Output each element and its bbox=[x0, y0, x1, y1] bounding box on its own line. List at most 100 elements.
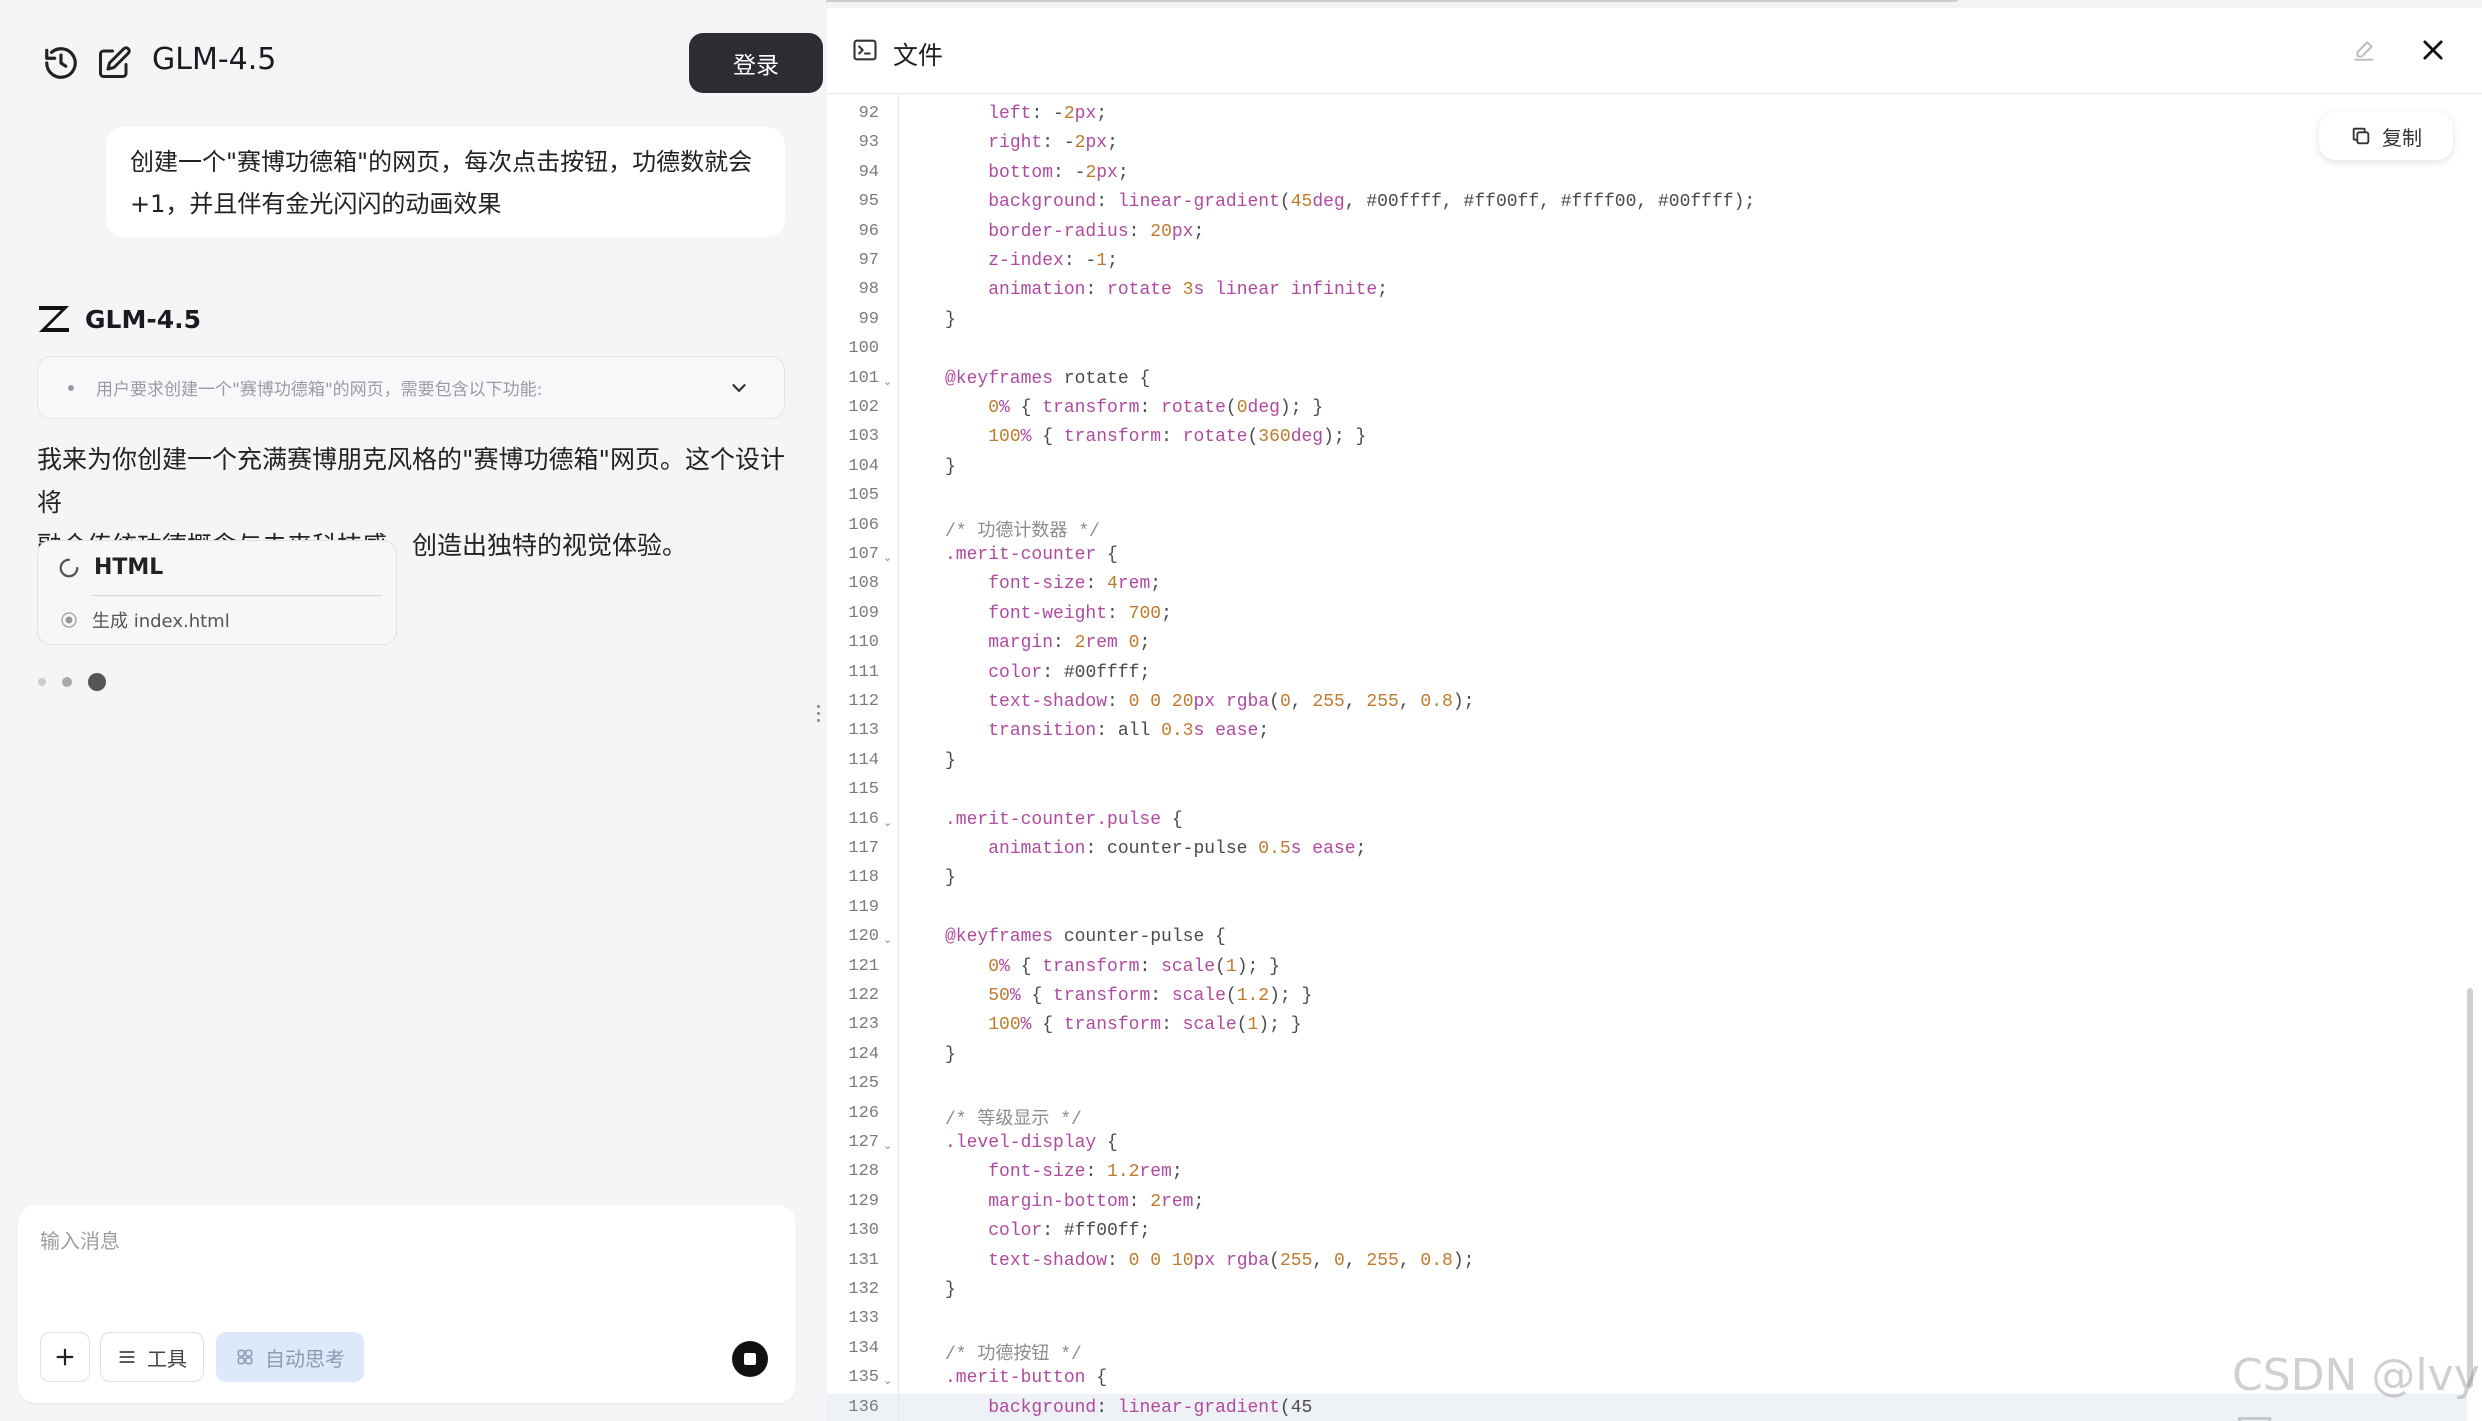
fold-chevron-icon[interactable]: ⌄ bbox=[883, 375, 892, 388]
code-line: } bbox=[945, 309, 956, 330]
auto-think-label: 自动思考 bbox=[265, 1346, 345, 1371]
terminal-file-icon bbox=[853, 39, 877, 61]
code-line: 0% { transform: scale(1); } bbox=[988, 956, 1280, 977]
line-number: 129 bbox=[848, 1191, 879, 1211]
message-composer: 输入消息 工具 自动思考 bbox=[18, 1205, 796, 1403]
line-number: 117 bbox=[848, 839, 879, 858]
code-line: text-shadow: 0 0 20px rgba(0, 255, 255, … bbox=[988, 692, 1475, 712]
code-line: 0% { transform: rotate(0deg); } bbox=[988, 398, 1324, 418]
line-number: 112 bbox=[848, 692, 879, 711]
line-number: 96 bbox=[858, 221, 879, 241]
code-line: /* 功德按钮 */ bbox=[945, 1344, 1082, 1365]
code-editor[interactable]: 92 93 94 95 96 97 98 99 100 101 ⌄ 102 103 104 105 106 10… bbox=[827, 94, 2482, 1421]
copy-button[interactable]: 复制 bbox=[2319, 112, 2453, 160]
user-message-line: +1，并且伴有金光闪闪的动画效果 bbox=[130, 190, 502, 218]
copy-label: 复制 bbox=[2382, 125, 2422, 150]
line-number: 121 bbox=[848, 956, 879, 976]
line-number: 123 bbox=[848, 1015, 879, 1035]
code-line: animation: counter-pulse 0.5s ease; bbox=[988, 839, 1367, 859]
code-line: /* 等级显示 */ bbox=[945, 1109, 1082, 1130]
menu-icon bbox=[119, 1351, 135, 1363]
code-line: background: linear-gradient(45 bbox=[988, 1397, 1313, 1418]
line-number-gutter: 92 93 94 95 96 97 98 99 100 101 ⌄ 102 103 104 105 106 10… bbox=[827, 94, 899, 1421]
panel-title: 文件 bbox=[893, 41, 944, 70]
line-number: 131 bbox=[848, 1250, 879, 1270]
edit-icon[interactable] bbox=[2351, 38, 2377, 64]
code-line: } bbox=[945, 750, 956, 771]
new-chat-icon[interactable] bbox=[89, 38, 139, 88]
line-number: 104 bbox=[848, 456, 879, 476]
tools-label: 工具 bbox=[147, 1346, 187, 1371]
code-line: } bbox=[945, 1044, 956, 1065]
line-number: 95 bbox=[858, 192, 879, 212]
fold-chevron-icon[interactable]: ⌄ bbox=[883, 551, 892, 564]
file-action-label: 生成 index.html bbox=[92, 611, 230, 632]
login-button[interactable]: 登录 bbox=[689, 33, 823, 93]
line-number: 110 bbox=[848, 633, 879, 653]
line-number: 108 bbox=[848, 574, 879, 594]
history-icon[interactable] bbox=[36, 38, 86, 88]
line-number: 128 bbox=[848, 1162, 879, 1182]
code-line: 100% { transform: rotate(360deg); } bbox=[988, 427, 1367, 448]
fold-chevron-icon[interactable]: ⌄ bbox=[883, 816, 892, 829]
line-number: 102 bbox=[848, 398, 879, 417]
code-line: z-index: -1; bbox=[988, 251, 1118, 271]
line-number: 101 bbox=[848, 368, 879, 388]
line-number: 93 bbox=[858, 133, 879, 153]
tools-button[interactable]: 工具 bbox=[100, 1332, 204, 1382]
code-line: @keyframes counter-pulse { bbox=[945, 927, 1226, 948]
panel-resize-handle[interactable] bbox=[815, 705, 821, 725]
code-line: 100% { transform: scale(1); } bbox=[988, 1015, 1302, 1036]
copy-icon bbox=[2352, 127, 2370, 145]
line-number: 120 bbox=[848, 927, 879, 947]
line-number: 97 bbox=[858, 251, 879, 270]
fold-chevron-icon[interactable]: ⌄ bbox=[883, 1374, 892, 1387]
line-number: 105 bbox=[848, 486, 879, 506]
line-number: 107 bbox=[848, 545, 879, 564]
code-line: background: linear-gradient(45deg, #00ff… bbox=[988, 192, 1756, 213]
fold-chevron-icon[interactable]: ⌄ bbox=[883, 933, 892, 946]
line-number: 103 bbox=[848, 427, 879, 447]
code-line: transition: all 0.3s ease; bbox=[988, 721, 1270, 742]
fold-chevron-icon[interactable]: ⌄ bbox=[883, 1139, 892, 1152]
code-line: .merit-counter.pulse { bbox=[945, 809, 1183, 830]
line-number: 125 bbox=[848, 1074, 879, 1094]
file-card[interactable]: HTML 生成 index.html bbox=[37, 540, 397, 645]
code-line: text-shadow: 0 0 10px rgba(255, 0, 255, … bbox=[988, 1250, 1475, 1271]
stop-icon bbox=[744, 1353, 756, 1365]
bot-header: GLM-4.5 bbox=[37, 304, 201, 334]
line-number: 115 bbox=[848, 780, 879, 800]
typing-indicator bbox=[38, 673, 106, 691]
line-number: 99 bbox=[858, 309, 879, 329]
thinking-summary[interactable]: 用户要求创建一个"赛博功德箱"的网页，需要包含以下功能: bbox=[37, 356, 785, 419]
plus-icon bbox=[56, 1348, 74, 1366]
line-number: 116 bbox=[848, 809, 879, 829]
atom-icon bbox=[237, 1349, 253, 1365]
user-message: 创建一个"赛博功德箱"的网页，每次点击按钮，功德数就会 +1，并且伴有金光闪闪的… bbox=[106, 127, 785, 237]
stop-generation-button[interactable] bbox=[732, 1341, 768, 1377]
model-title[interactable]: GLM-4.5 bbox=[152, 42, 276, 77]
line-number: 100 bbox=[848, 339, 879, 359]
typing-dot bbox=[38, 678, 46, 686]
line-number: 136 bbox=[848, 1397, 879, 1417]
code-line: .level-display { bbox=[945, 1133, 1118, 1153]
close-icon[interactable] bbox=[2419, 36, 2447, 64]
auto-think-toggle[interactable]: 自动思考 bbox=[216, 1332, 364, 1382]
line-number: 98 bbox=[858, 280, 879, 300]
vertical-scrollbar[interactable] bbox=[2467, 988, 2473, 1388]
user-message-line: 创建一个"赛博功德箱"的网页，每次点击按钮，功德数就会 bbox=[130, 148, 753, 176]
add-button[interactable] bbox=[40, 1332, 90, 1382]
code-line: bottom: -2px; bbox=[988, 162, 1129, 183]
code-line: .merit-counter { bbox=[945, 545, 1118, 565]
line-number: 92 bbox=[858, 104, 879, 123]
line-number: 106 bbox=[848, 515, 879, 535]
code-line: color: #ff00ff; bbox=[988, 1221, 1151, 1242]
thinking-text: 用户要求创建一个"赛博功德箱"的网页，需要包含以下功能: bbox=[96, 380, 543, 400]
chevron-down-icon[interactable] bbox=[728, 377, 750, 399]
app-root: GLM-4.5 登录 创建一个"赛博功德箱"的网页，每次点击按钮，功德数就会 +… bbox=[0, 0, 2482, 1421]
divider bbox=[92, 595, 382, 596]
typing-dot bbox=[62, 677, 72, 687]
message-input[interactable]: 输入消息 bbox=[40, 1225, 120, 1254]
bot-name: GLM-4.5 bbox=[85, 304, 201, 334]
code-line: font-size: 4rem; bbox=[988, 574, 1162, 595]
